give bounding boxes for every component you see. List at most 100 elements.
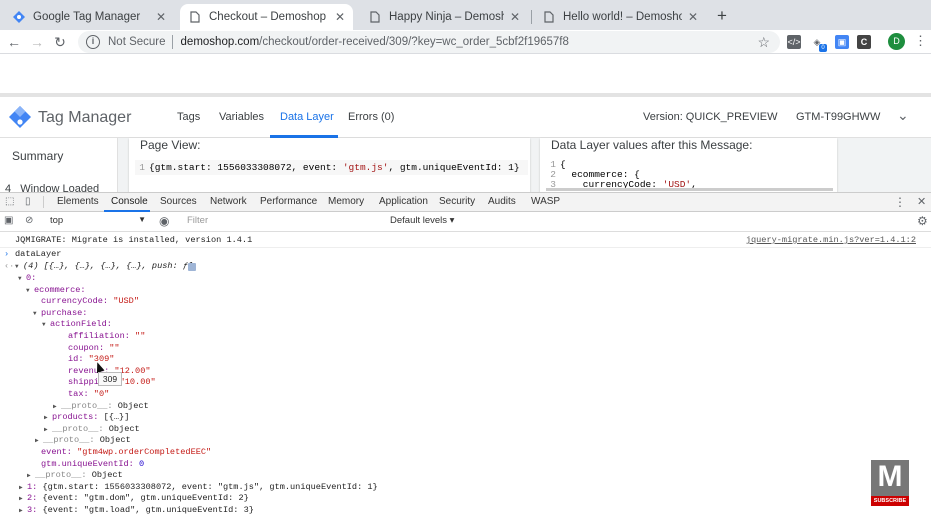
clear-console-icon[interactable]: ⊘ xyxy=(25,215,33,226)
url-domain: demoshop.com xyxy=(180,36,260,48)
settings-gear-icon[interactable]: ⚙ xyxy=(917,214,928,228)
inspect-element-icon[interactable]: ⬚ xyxy=(5,196,14,207)
browser-tab-gtm[interactable]: Google Tag Manager ✕ xyxy=(4,4,174,30)
tree-row: gtm.uniqueEventId: 0 xyxy=(41,459,144,470)
close-icon[interactable]: ✕ xyxy=(156,10,166,24)
address-bar[interactable]: i Not Secure demoshop.com/checkout/order… xyxy=(78,31,780,53)
data-layer-values-card: Data Layer values after this Message: 1{… xyxy=(540,138,837,192)
close-icon[interactable]: ✕ xyxy=(510,10,520,24)
sidebar-toggle-icon[interactable]: ▣ xyxy=(4,215,13,226)
tree-row[interactable]: ▼ 0: xyxy=(18,273,36,284)
browser-tab-checkout[interactable]: Checkout – Demoshop ✕ xyxy=(180,4,353,30)
expand-triangle-icon[interactable]: ▶ xyxy=(27,470,35,481)
collapse-triangle-icon[interactable]: ▼ xyxy=(42,319,50,330)
device-toolbar-icon[interactable]: ▯ xyxy=(25,196,31,207)
expand-triangle-icon[interactable]: ▶ xyxy=(19,482,27,493)
tree-key: __proto__: xyxy=(43,435,100,446)
console-toolbar: ▣ ⊘ top ▼ ◉ Filter Default levels ▾ ⚙ xyxy=(0,212,931,232)
devtools-tab-wasp[interactable]: WASP xyxy=(531,196,560,207)
tree-row[interactable]: ▼ ecommerce: xyxy=(26,285,86,296)
gtm-diamond-icon xyxy=(12,11,25,24)
tree-row[interactable]: ▶ 3: {event: "gtm.load", gtm.uniqueEventI… xyxy=(19,505,254,516)
tree-row: event: "gtm4wp.orderCompletedEEC" xyxy=(41,447,211,458)
gtm-sidebar: Summary 4 Window Loaded xyxy=(0,138,118,195)
expand-triangle-icon[interactable]: ▶ xyxy=(53,401,61,412)
profile-avatar[interactable]: D xyxy=(888,33,905,50)
tree-row: currencyCode: "USD" xyxy=(41,296,139,307)
more-options-icon[interactable]: ⋮ xyxy=(894,195,906,209)
sidebar-item-summary[interactable]: Summary xyxy=(12,149,63,163)
devtools-tab-memory[interactable]: Memory xyxy=(328,196,364,207)
tree-key: __proto__: xyxy=(52,423,109,434)
tree-value: {event: "gtm.dom", gtm.uniqueEventId: 2} xyxy=(42,493,249,504)
close-icon[interactable]: ✕ xyxy=(688,10,698,24)
devtools-tab-application[interactable]: Application xyxy=(379,196,428,207)
array-summary[interactable]: ▼ (4) [{…}, {…}, {…}, {…}, push: ƒ] xyxy=(15,261,193,272)
devtools-tab-audits[interactable]: Audits xyxy=(488,196,516,207)
nav-errors[interactable]: Errors (0) xyxy=(348,111,394,123)
forward-arrow-icon[interactable]: → xyxy=(28,33,46,51)
tree-row[interactable]: ▼ actionField: xyxy=(42,319,112,330)
new-tab-button[interactable]: + xyxy=(712,6,732,26)
channel-watermark-logo[interactable]: M SUBSCRIBE xyxy=(871,460,909,506)
c-extension-icon[interactable]: C xyxy=(857,35,871,49)
tree-value: 0 xyxy=(139,458,145,469)
back-arrow-icon[interactable]: ← xyxy=(5,33,23,51)
divider xyxy=(43,196,44,208)
tree-row: tax: "0" xyxy=(68,389,109,400)
tree-row[interactable]: ▶ __proto__: Object xyxy=(44,424,140,435)
prompt-chevron-icon: › xyxy=(4,249,10,259)
tree-key: products: xyxy=(52,412,104,423)
close-devtools-icon[interactable]: ✕ xyxy=(917,195,926,208)
context-select[interactable]: top ▼ xyxy=(44,215,150,229)
expand-triangle-icon[interactable]: ▶ xyxy=(44,424,52,435)
tree-row[interactable]: ▶ products: [{…}] xyxy=(44,412,129,423)
tab-title: Checkout – Demoshop xyxy=(209,11,326,23)
tree-key: 3: xyxy=(27,505,43,515)
devtools-tab-network[interactable]: Network xyxy=(210,196,247,207)
devtools-tab-sources[interactable]: Sources xyxy=(160,196,197,207)
expand-triangle-icon[interactable]: ▼ xyxy=(15,261,23,272)
expand-triangle-icon[interactable]: ▶ xyxy=(35,435,43,446)
screen: Google Tag Manager ✕ Checkout – Demoshop… xyxy=(0,0,931,522)
browser-tab-hello-world[interactable]: Hello world! – Demoshop ✕ xyxy=(534,4,706,30)
nav-variables[interactable]: Variables xyxy=(219,111,264,123)
log-levels-dropdown[interactable]: Default levels ▾ xyxy=(390,215,454,226)
code-extension-icon[interactable]: </> xyxy=(787,35,801,49)
tree-key: purchase: xyxy=(41,307,88,318)
devtools-tab-performance[interactable]: Performance xyxy=(260,196,317,207)
collapse-triangle-icon[interactable]: ▼ xyxy=(18,273,26,284)
source-link[interactable]: jquery-migrate.min.js?ver=1.4.1:2 xyxy=(746,235,916,245)
tree-row[interactable]: ▶ 2: {event: "gtm.dom", gtm.uniqueEventId… xyxy=(19,493,249,504)
extension-icon[interactable]: ▣ xyxy=(835,35,849,49)
tree-row[interactable]: ▼ purchase: xyxy=(33,308,87,319)
tree-value: "10.00" xyxy=(119,377,156,388)
collapse-triangle-icon[interactable]: ▼ xyxy=(33,308,41,319)
tree-row[interactable]: ▶ __proto__: Object xyxy=(27,470,123,481)
context-value: top xyxy=(50,215,64,226)
tree-row[interactable]: ▶ __proto__: Object xyxy=(53,401,149,412)
devtools-tab-console[interactable]: Console xyxy=(111,196,148,207)
tree-key: 0: xyxy=(26,273,37,283)
tree-row[interactable]: ▶ 1: {gtm.start: 1556033308072, event: "g… xyxy=(19,482,378,493)
expand-triangle-icon[interactable]: ▶ xyxy=(19,493,27,504)
reload-icon[interactable]: ↻ xyxy=(51,33,69,51)
bookmark-star-icon[interactable]: ☆ xyxy=(757,34,770,51)
menu-kebab-icon[interactable]: ⋮ xyxy=(914,34,927,48)
page-view-title: Page View: xyxy=(140,138,201,152)
expand-triangle-icon[interactable]: ▶ xyxy=(44,412,52,423)
eye-icon[interactable]: ◉ xyxy=(159,214,169,228)
chevron-down-icon[interactable]: ⌄ xyxy=(897,107,909,124)
collapse-triangle-icon[interactable]: ▼ xyxy=(26,285,34,296)
filter-input[interactable]: Filter xyxy=(181,215,381,229)
nav-tags[interactable]: Tags xyxy=(177,111,200,123)
browser-tab-happy-ninja[interactable]: Happy Ninja – Demoshop ✕ xyxy=(360,4,528,30)
devtools-tab-security[interactable]: Security xyxy=(439,196,475,207)
nav-data-layer[interactable]: Data Layer xyxy=(280,111,334,123)
devtools-tab-elements[interactable]: Elements xyxy=(57,196,99,207)
tree-row[interactable]: ▶ __proto__: Object xyxy=(35,435,131,446)
close-icon[interactable]: ✕ xyxy=(335,10,345,24)
expand-triangle-icon[interactable]: ▶ xyxy=(19,505,27,516)
info-icon[interactable]: i xyxy=(86,35,100,49)
horizontal-scrollbar[interactable] xyxy=(546,188,833,191)
